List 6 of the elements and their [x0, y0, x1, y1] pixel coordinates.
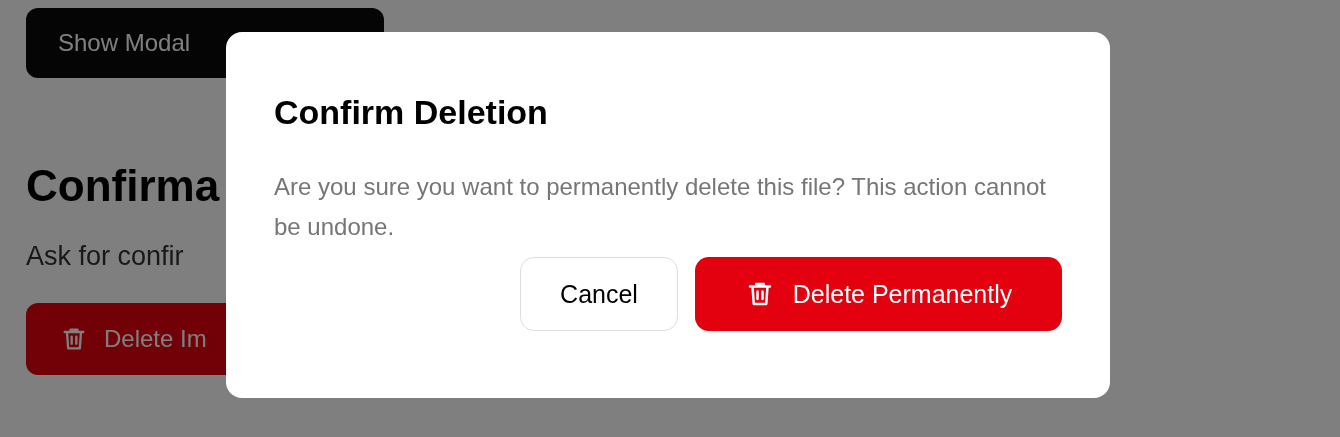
- section-heading: Confirma: [26, 164, 220, 208]
- modal-message: Are you sure you want to permanently delete this file? This action cannot be undone.: [274, 172, 1047, 243]
- delete-permanently-button[interactable]: Delete Permanently: [695, 257, 1062, 332]
- modal-title: Confirm Deletion: [274, 94, 549, 132]
- cancel-button[interactable]: Cancel: [520, 257, 678, 332]
- section-description: Ask for confir: [26, 240, 184, 273]
